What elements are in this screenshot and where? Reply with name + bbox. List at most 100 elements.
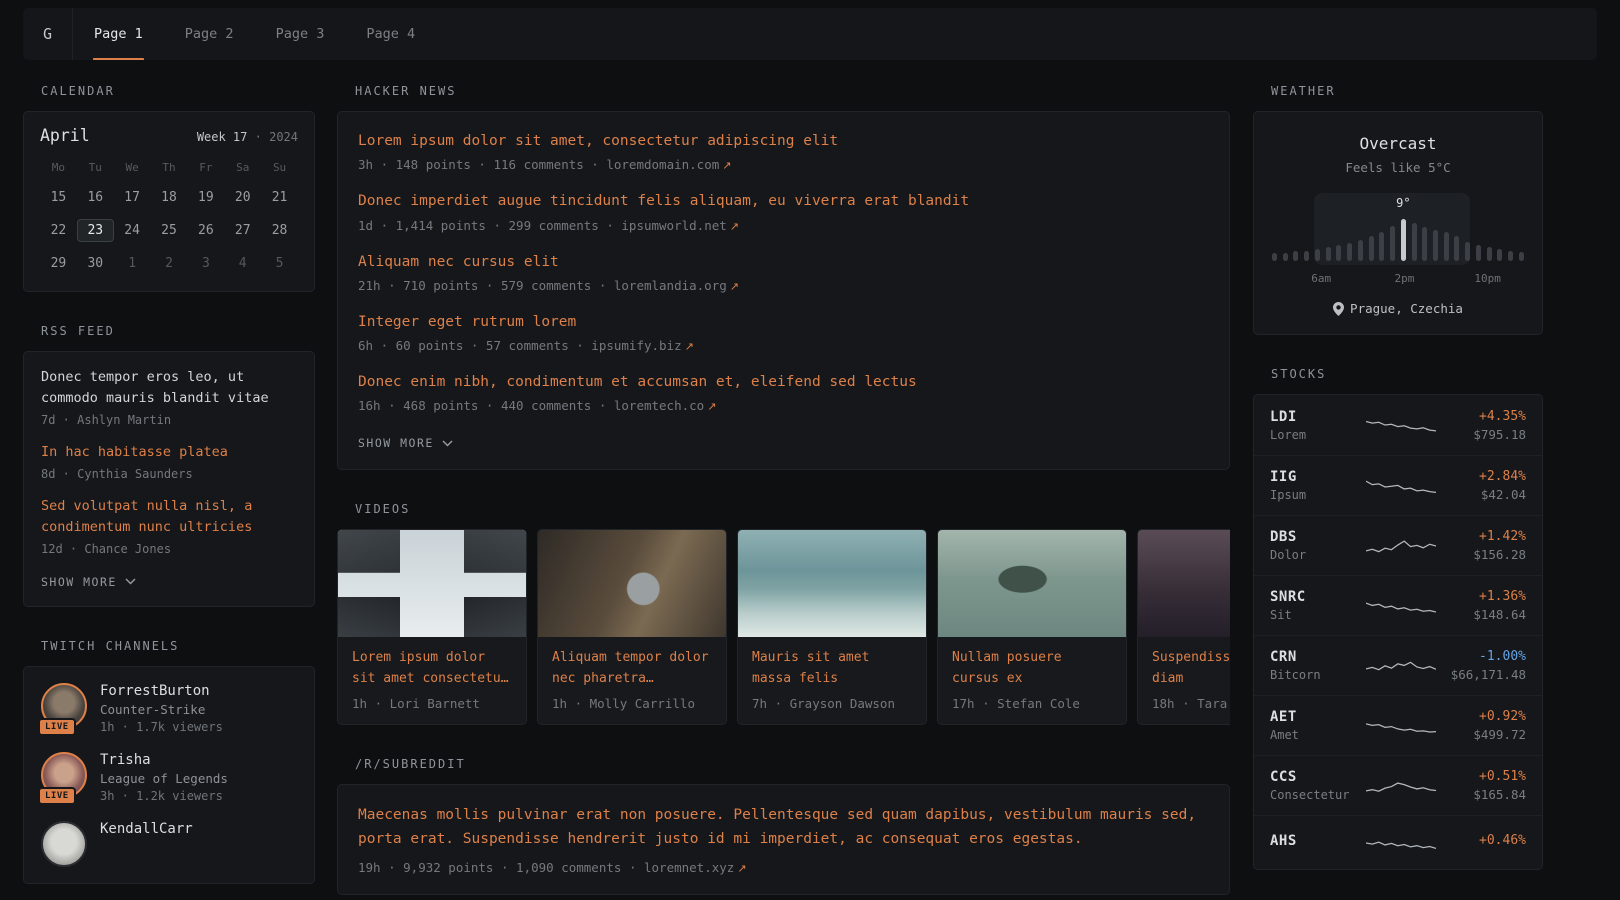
hour-bar [1412, 223, 1417, 261]
domain-link[interactable]: loremnet.xyz↗ [644, 860, 747, 875]
stock-row: AHS+0.46% [1254, 815, 1542, 868]
hackernews-show-more-button[interactable]: SHOW MORE [358, 432, 1209, 454]
hackernews-item: Aliquam nec cursus elit 21h · 710 points … [358, 252, 1209, 293]
stock-symbol-link[interactable]: LDI [1270, 409, 1297, 425]
channel-game: League of Legends [100, 771, 228, 786]
video-title-link[interactable]: Mauris sit amet massa felis [752, 648, 912, 688]
videos-section: VIDEOS Lorem ipsum dolor sit amet consec… [337, 502, 1230, 724]
stock-sparkline [1366, 773, 1436, 799]
twitch-channel: KendallCarr [41, 821, 297, 867]
stock-price: $148.64 [1436, 607, 1526, 622]
video-thumbnail[interactable] [1138, 530, 1230, 637]
stock-sparkline [1366, 653, 1436, 679]
hackernews-item-link[interactable]: Aliquam nec cursus elit [358, 252, 1209, 272]
stock-identity: LDI Lorem [1270, 409, 1366, 442]
domain-link[interactable]: loremdomain.com↗ [606, 157, 731, 172]
tab-page-4[interactable]: Page 4 [345, 8, 436, 60]
hackernews-item-link[interactable]: Donec imperdiet augue tincidunt felis al… [358, 191, 1209, 211]
video-title-link[interactable]: Lorem ipsum dolor sit amet consectetu… [352, 648, 512, 688]
hackernews-item-link[interactable]: Lorem ipsum dolor sit amet, consectetur … [358, 131, 1209, 151]
hackernews-item-link[interactable]: Integer eget rutrum lorem [358, 312, 1209, 332]
item-meta-text: 21h · 710 points · 579 comments · [358, 278, 614, 293]
hour-bar [1444, 232, 1449, 261]
rss-item: In hac habitasse platea8d · Cynthia Saun… [41, 442, 297, 481]
calendar-month: April [40, 126, 90, 145]
stock-symbol-link[interactable]: AET [1270, 709, 1297, 725]
stock-name: Ipsum [1270, 488, 1366, 502]
hour-bar [1476, 245, 1481, 261]
stock-symbol-link[interactable]: CRN [1270, 649, 1297, 665]
item-meta-text: 16h · 468 points · 440 comments · [358, 398, 614, 413]
avatar[interactable]: LIVE [41, 752, 87, 798]
video-thumbnail[interactable] [938, 530, 1126, 637]
video-thumbnail[interactable] [538, 530, 726, 637]
stock-sparkline [1366, 413, 1436, 439]
stock-identity: SNRCSit [1270, 589, 1366, 622]
hour-bar [1283, 253, 1288, 261]
twitch-channel: LIVETrishaLeague of Legends3h · 1.2k vie… [41, 752, 297, 803]
subreddit-post-link[interactable]: Maecenas mollis pulvinar erat non posuer… [358, 804, 1209, 852]
stock-price: $66,171.48 [1436, 667, 1526, 682]
avatar[interactable]: LIVE [41, 683, 87, 729]
stock-symbol-link[interactable]: CCS [1270, 769, 1297, 785]
stock-symbol-link[interactable]: IIG [1270, 469, 1297, 485]
hackernews-item: Donec enim nibh, condimentum et accumsan… [358, 372, 1209, 413]
video-thumbnail[interactable] [338, 530, 526, 637]
calendar-day: 26 [187, 219, 224, 242]
video-title-link[interactable]: Aliquam tempor dolor nec pharetra… [552, 648, 712, 688]
video-card: Suspendisse sagittis diam18h · Tara [1137, 529, 1230, 724]
rss-item-link[interactable]: In hac habitasse platea [41, 442, 297, 463]
stock-values: +0.92%$499.72 [1436, 709, 1526, 742]
stock-symbol-link[interactable]: DBS [1270, 529, 1297, 545]
channel-name-link[interactable]: Trisha [100, 752, 228, 768]
hour-bar [1508, 251, 1513, 261]
rss-show-more-button[interactable]: SHOW MORE [41, 571, 297, 593]
hackernews-item-link[interactable]: Donec enim nibh, condimentum et accumsan… [358, 372, 1209, 392]
domain-link[interactable]: loremtech.co↗ [614, 398, 717, 413]
calendar-grid: MoTuWeThFrSaSu15161718192021222324252627… [40, 161, 298, 275]
rss-item: Sed volutpat nulla nisl, a condimentum n… [41, 496, 297, 556]
tab-page-3[interactable]: Page 3 [255, 8, 346, 60]
app-logo[interactable]: G [23, 8, 73, 60]
domain-link[interactable]: loremlandia.org↗ [614, 278, 739, 293]
channel-info: KendallCarr [100, 821, 193, 867]
domain-link[interactable]: ipsumworld.net↗ [621, 218, 739, 233]
dashboard-page: G Page 1Page 2Page 3Page 4 CALENDAR Apri… [0, 0, 1620, 895]
calendar-day: 5 [261, 252, 298, 275]
tab-page-1[interactable]: Page 1 [73, 8, 164, 60]
separator-dot: · [255, 130, 262, 144]
hour-bar [1390, 226, 1395, 261]
stock-identity: AETAmet [1270, 709, 1366, 742]
time-axis-label: 2pm [1394, 272, 1414, 285]
rss-item-link[interactable]: Donec tempor eros leo, ut commodo mauris… [41, 367, 297, 409]
item-meta-text: 6h · 60 points · 57 comments · [358, 338, 591, 353]
rss-section: RSS FEED Donec tempor eros leo, ut commo… [23, 324, 315, 607]
video-title-link[interactable]: Suspendisse sagittis diam [1152, 648, 1230, 688]
avatar[interactable] [41, 821, 87, 867]
sparkline-svg [1366, 473, 1436, 499]
current-hour-bar [1401, 219, 1406, 261]
stock-symbol-link[interactable]: SNRC [1270, 589, 1306, 605]
hackernews-item: Integer eget rutrum lorem 6h · 60 points … [358, 312, 1209, 353]
stock-price: $795.18 [1436, 427, 1526, 442]
stock-name: Lorem [1270, 428, 1366, 442]
calendar-day: 2 [151, 252, 188, 275]
dashboard-columns: CALENDAR April Week 17 · 2024 MoTuWeThFr… [23, 84, 1597, 895]
channel-name-link[interactable]: KendallCarr [100, 821, 193, 837]
external-link-icon: ↗ [730, 220, 739, 233]
stock-values: -1.00%$66,171.48 [1436, 649, 1526, 682]
sparkline-svg [1366, 593, 1436, 619]
video-card-body: Lorem ipsum dolor sit amet consectetu…1h… [338, 637, 526, 723]
show-more-label: SHOW MORE [358, 436, 434, 450]
calendar-day: 1 [114, 252, 151, 275]
video-thumbnail[interactable] [738, 530, 926, 637]
video-title-link[interactable]: Nullam posuere cursus ex [952, 648, 1112, 688]
stock-row: AETAmet +0.92%$499.72 [1254, 695, 1542, 755]
calendar-day: 28 [261, 219, 298, 242]
rss-item-link[interactable]: Sed volutpat nulla nisl, a condimentum n… [41, 496, 297, 538]
stock-price: $499.72 [1436, 727, 1526, 742]
domain-link[interactable]: ipsumify.biz↗ [591, 338, 694, 353]
tab-page-2[interactable]: Page 2 [164, 8, 255, 60]
channel-name-link[interactable]: ForrestBurton [100, 683, 223, 699]
stock-symbol-link[interactable]: AHS [1270, 833, 1297, 849]
